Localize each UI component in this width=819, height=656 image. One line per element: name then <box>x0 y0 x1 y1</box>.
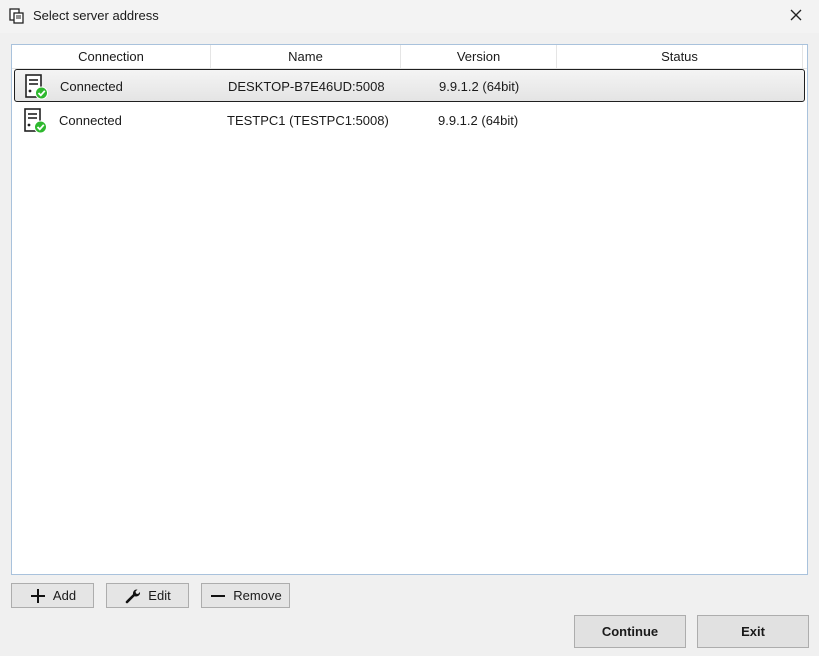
close-icon <box>790 9 802 24</box>
server-connected-icon <box>22 108 48 134</box>
list-header: Connection Name Version Status <box>12 45 807 69</box>
connection-cell: Connected <box>60 79 123 94</box>
server-connected-icon <box>23 74 49 100</box>
edit-button-label: Edit <box>148 588 171 603</box>
server-list[interactable]: Connection Name Version Status Connected… <box>11 44 808 575</box>
remove-button-label: Remove <box>233 588 282 603</box>
exit-button-label: Exit <box>741 624 765 639</box>
close-button[interactable] <box>773 0 819 33</box>
wrench-icon <box>124 588 142 604</box>
column-header-name[interactable]: Name <box>211 45 401 68</box>
column-header-version[interactable]: Version <box>401 45 557 68</box>
add-button[interactable]: Add <box>11 583 94 608</box>
version-cell: 9.9.1.2 (64bit) <box>438 113 519 128</box>
name-cell: DESKTOP-B7E46UD:5008 <box>228 79 385 94</box>
connection-cell: Connected <box>59 113 122 128</box>
window-title: Select server address <box>33 8 159 23</box>
minus-icon <box>209 588 227 604</box>
select-server-dialog: Select server address Connection Name Ve… <box>0 0 819 656</box>
continue-button-label: Continue <box>601 624 659 639</box>
server-row[interactable]: Connected TESTPC1 (TESTPC1:5008) 9.9.1.2… <box>14 104 805 137</box>
version-cell: 9.9.1.2 (64bit) <box>439 79 520 94</box>
continue-button[interactable]: Continue <box>574 615 686 648</box>
server-window-icon <box>9 8 25 24</box>
add-button-label: Add <box>52 588 77 603</box>
exit-button[interactable]: Exit <box>697 615 809 648</box>
plus-icon <box>29 588 47 604</box>
column-header-connection[interactable]: Connection <box>12 45 211 68</box>
name-cell: TESTPC1 (TESTPC1:5008) <box>227 113 389 128</box>
title-bar: Select server address <box>0 0 819 33</box>
column-header-status[interactable]: Status <box>557 45 803 68</box>
edit-button[interactable]: Edit <box>106 583 189 608</box>
remove-button[interactable]: Remove <box>201 583 290 608</box>
server-row[interactable]: Connected DESKTOP-B7E46UD:5008 9.9.1.2 (… <box>14 69 805 102</box>
